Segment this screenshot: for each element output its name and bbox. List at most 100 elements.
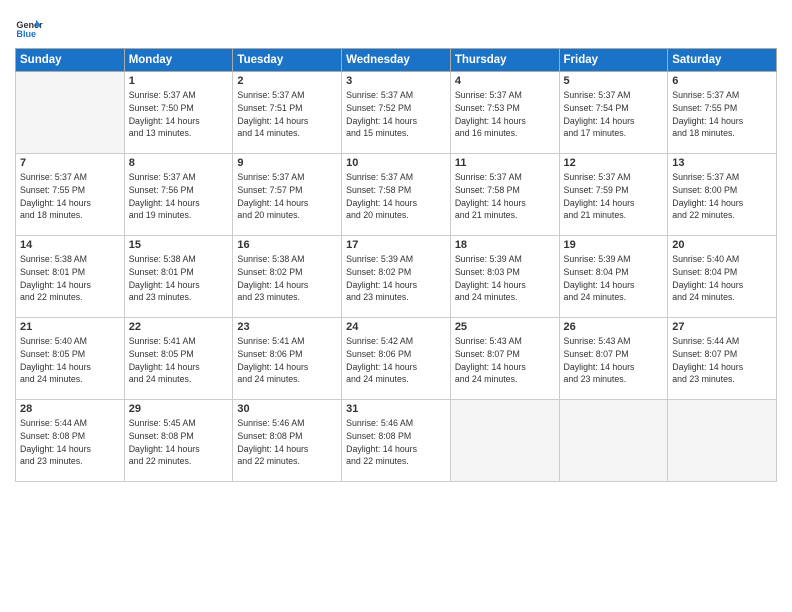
week-row-4: 28 Sunrise: 5:44 AMSunset: 8:08 PMDayligh… xyxy=(16,400,777,482)
day-number: 22 xyxy=(129,321,229,333)
day-info: Sunrise: 5:39 AMSunset: 8:04 PMDaylight:… xyxy=(564,253,664,304)
day-info: Sunrise: 5:39 AMSunset: 8:02 PMDaylight:… xyxy=(346,253,446,304)
day-cell: 12Sunrise: 5:37 AMSunset: 7:59 PMDayligh… xyxy=(559,154,668,236)
day-cell: 16 Sunrise: 5:38 AMSunset: 8:02 PMDayligh… xyxy=(233,236,342,318)
day-info: Sunrise: 5:42 AMSunset: 8:06 PMDaylight:… xyxy=(346,335,446,386)
weekday-header-thursday: Thursday xyxy=(450,49,559,72)
day-number: 2 xyxy=(237,75,337,87)
day-number: 13 xyxy=(672,157,772,169)
day-number: 20 xyxy=(672,239,772,251)
weekday-header-wednesday: Wednesday xyxy=(342,49,451,72)
day-cell: 18 Sunrise: 5:39 AMSunset: 8:03 PMDayligh… xyxy=(450,236,559,318)
day-number: 14 xyxy=(20,239,120,251)
day-cell: 29 Sunrise: 5:45 AMSunset: 8:08 PMDayligh… xyxy=(124,400,233,482)
day-number: 16 xyxy=(237,239,337,251)
day-number: 26 xyxy=(564,321,664,333)
day-info: Sunrise: 5:40 AMSunset: 8:05 PMDaylight:… xyxy=(20,335,120,386)
day-number: 21 xyxy=(20,321,120,333)
day-cell: 22 Sunrise: 5:41 AMSunset: 8:05 PMDayligh… xyxy=(124,318,233,400)
day-number: 30 xyxy=(237,403,337,415)
day-info: Sunrise: 5:38 AMSunset: 8:02 PMDaylight:… xyxy=(237,253,337,304)
svg-text:Blue: Blue xyxy=(16,29,36,39)
day-number: 29 xyxy=(129,403,229,415)
day-info: Sunrise: 5:37 AMSunset: 7:58 PMDaylight:… xyxy=(455,171,555,222)
day-cell: 8 Sunrise: 5:37 AMSunset: 7:56 PMDaylight… xyxy=(124,154,233,236)
week-row-1: 7Sunrise: 5:37 AMSunset: 7:55 PMDaylight… xyxy=(16,154,777,236)
day-number: 9 xyxy=(237,157,337,169)
day-cell: 1Sunrise: 5:37 AMSunset: 7:50 PMDaylight… xyxy=(124,72,233,154)
day-info: Sunrise: 5:38 AMSunset: 8:01 PMDaylight:… xyxy=(20,253,120,304)
day-cell: 27 Sunrise: 5:44 AMSunset: 8:07 PMDayligh… xyxy=(668,318,777,400)
day-info: Sunrise: 5:37 AMSunset: 7:58 PMDaylight:… xyxy=(346,171,446,222)
day-info: Sunrise: 5:37 AMSunset: 7:56 PMDaylight:… xyxy=(129,171,229,222)
day-info: Sunrise: 5:37 AMSunset: 8:00 PMDaylight:… xyxy=(672,171,772,222)
day-cell: 31 Sunrise: 5:46 AMSunset: 8:08 PMDayligh… xyxy=(342,400,451,482)
day-number: 3 xyxy=(346,75,446,87)
day-cell: 30 Sunrise: 5:46 AMSunset: 8:08 PMDayligh… xyxy=(233,400,342,482)
day-info: Sunrise: 5:37 AMSunset: 7:54 PMDaylight:… xyxy=(564,89,664,140)
week-row-2: 14 Sunrise: 5:38 AMSunset: 8:01 PMDayligh… xyxy=(16,236,777,318)
day-cell: 9Sunrise: 5:37 AMSunset: 7:57 PMDaylight… xyxy=(233,154,342,236)
day-number: 10 xyxy=(346,157,446,169)
day-info: Sunrise: 5:37 AMSunset: 7:53 PMDaylight:… xyxy=(455,89,555,140)
day-info: Sunrise: 5:37 AMSunset: 7:59 PMDaylight:… xyxy=(564,171,664,222)
day-cell xyxy=(668,400,777,482)
day-number: 18 xyxy=(455,239,555,251)
weekday-header-row: SundayMondayTuesdayWednesdayThursdayFrid… xyxy=(16,49,777,72)
day-cell: 15Sunrise: 5:38 AMSunset: 8:01 PMDayligh… xyxy=(124,236,233,318)
day-cell xyxy=(559,400,668,482)
day-number: 7 xyxy=(20,157,120,169)
weekday-header-monday: Monday xyxy=(124,49,233,72)
day-cell: 26 Sunrise: 5:43 AMSunset: 8:07 PMDayligh… xyxy=(559,318,668,400)
day-number: 8 xyxy=(129,157,229,169)
day-cell: 3 Sunrise: 5:37 AMSunset: 7:52 PMDaylight… xyxy=(342,72,451,154)
day-number: 6 xyxy=(672,75,772,87)
day-number: 1 xyxy=(129,75,229,87)
day-cell: 11 Sunrise: 5:37 AMSunset: 7:58 PMDayligh… xyxy=(450,154,559,236)
day-cell: 6 Sunrise: 5:37 AMSunset: 7:55 PMDaylight… xyxy=(668,72,777,154)
day-info: Sunrise: 5:44 AMSunset: 8:08 PMDaylight:… xyxy=(20,417,120,468)
weekday-header-friday: Friday xyxy=(559,49,668,72)
page: General Blue SundayMondayTuesdayWednesda… xyxy=(0,0,792,612)
day-info: Sunrise: 5:38 AMSunset: 8:01 PMDaylight:… xyxy=(129,253,229,304)
day-cell: 24 Sunrise: 5:42 AMSunset: 8:06 PMDayligh… xyxy=(342,318,451,400)
day-number: 31 xyxy=(346,403,446,415)
day-number: 4 xyxy=(455,75,555,87)
day-number: 24 xyxy=(346,321,446,333)
day-cell: 14 Sunrise: 5:38 AMSunset: 8:01 PMDayligh… xyxy=(16,236,125,318)
day-cell: 23Sunrise: 5:41 AMSunset: 8:06 PMDayligh… xyxy=(233,318,342,400)
day-number: 28 xyxy=(20,403,120,415)
weekday-header-sunday: Sunday xyxy=(16,49,125,72)
week-row-3: 21 Sunrise: 5:40 AMSunset: 8:05 PMDayligh… xyxy=(16,318,777,400)
day-cell xyxy=(450,400,559,482)
day-info: Sunrise: 5:43 AMSunset: 8:07 PMDaylight:… xyxy=(564,335,664,386)
weekday-header-tuesday: Tuesday xyxy=(233,49,342,72)
day-number: 5 xyxy=(564,75,664,87)
day-info: Sunrise: 5:37 AMSunset: 7:52 PMDaylight:… xyxy=(346,89,446,140)
day-number: 27 xyxy=(672,321,772,333)
day-info: Sunrise: 5:46 AMSunset: 8:08 PMDaylight:… xyxy=(346,417,446,468)
day-number: 25 xyxy=(455,321,555,333)
day-cell: 7Sunrise: 5:37 AMSunset: 7:55 PMDaylight… xyxy=(16,154,125,236)
day-info: Sunrise: 5:37 AMSunset: 7:55 PMDaylight:… xyxy=(672,89,772,140)
day-info: Sunrise: 5:45 AMSunset: 8:08 PMDaylight:… xyxy=(129,417,229,468)
week-row-0: 1Sunrise: 5:37 AMSunset: 7:50 PMDaylight… xyxy=(16,72,777,154)
day-cell: 4 Sunrise: 5:37 AMSunset: 7:53 PMDaylight… xyxy=(450,72,559,154)
day-info: Sunrise: 5:41 AMSunset: 8:05 PMDaylight:… xyxy=(129,335,229,386)
day-cell: 10 Sunrise: 5:37 AMSunset: 7:58 PMDayligh… xyxy=(342,154,451,236)
day-cell: 13 Sunrise: 5:37 AMSunset: 8:00 PMDayligh… xyxy=(668,154,777,236)
day-info: Sunrise: 5:40 AMSunset: 8:04 PMDaylight:… xyxy=(672,253,772,304)
day-number: 23 xyxy=(237,321,337,333)
day-number: 11 xyxy=(455,157,555,169)
day-info: Sunrise: 5:46 AMSunset: 8:08 PMDaylight:… xyxy=(237,417,337,468)
day-cell xyxy=(16,72,125,154)
day-cell: 19Sunrise: 5:39 AMSunset: 8:04 PMDayligh… xyxy=(559,236,668,318)
day-info: Sunrise: 5:44 AMSunset: 8:07 PMDaylight:… xyxy=(672,335,772,386)
logo: General Blue xyxy=(15,14,47,42)
weekday-header-saturday: Saturday xyxy=(668,49,777,72)
day-info: Sunrise: 5:39 AMSunset: 8:03 PMDaylight:… xyxy=(455,253,555,304)
day-cell: 17 Sunrise: 5:39 AMSunset: 8:02 PMDayligh… xyxy=(342,236,451,318)
day-number: 17 xyxy=(346,239,446,251)
logo-icon: General Blue xyxy=(15,14,43,42)
calendar-table: SundayMondayTuesdayWednesdayThursdayFrid… xyxy=(15,48,777,482)
